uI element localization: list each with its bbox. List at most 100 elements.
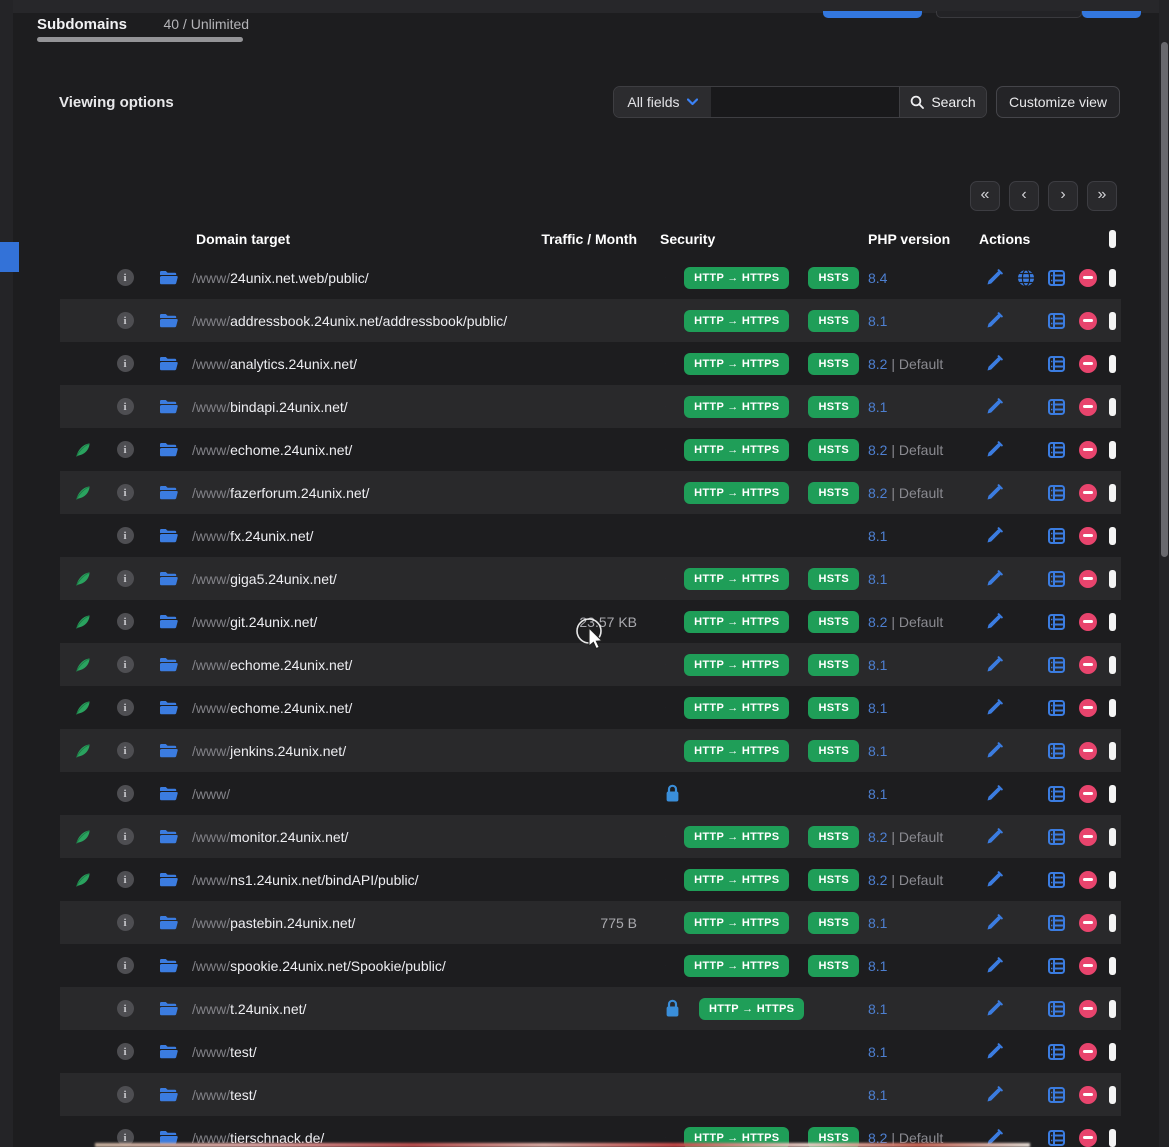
spreadsheet-button[interactable] [1048, 786, 1065, 802]
spreadsheet-button[interactable] [1048, 872, 1065, 888]
remove-button[interactable] [1079, 312, 1097, 330]
remove-button[interactable] [1079, 484, 1097, 502]
edit-button[interactable] [986, 1086, 1003, 1103]
edit-button[interactable] [986, 441, 1003, 458]
table-row[interactable]: i /www/addressbook.24unix.net/addressboo… [60, 299, 1121, 342]
table-row[interactable]: i /www/pastebin.24unix.net/ 775 B HTTP →… [60, 901, 1121, 944]
spreadsheet-button[interactable] [1048, 1001, 1065, 1017]
spreadsheet-button[interactable] [1048, 743, 1065, 759]
edit-button[interactable] [986, 656, 1003, 673]
table-row[interactable]: i /www/echome.24unix.net/ HTTP → HTTPS H… [60, 428, 1121, 471]
remove-button[interactable] [1079, 828, 1097, 846]
remove-button[interactable] [1079, 1000, 1097, 1018]
remove-button[interactable] [1079, 269, 1097, 287]
spreadsheet-button[interactable] [1048, 356, 1065, 372]
remove-button[interactable] [1079, 656, 1097, 674]
table-row[interactable]: i /www/echome.24unix.net/ HTTP → HTTPS H… [60, 686, 1121, 729]
globe-button[interactable] [1017, 269, 1035, 287]
spreadsheet-button[interactable] [1048, 1044, 1065, 1060]
edit-button[interactable] [986, 828, 1003, 845]
remove-button[interactable] [1079, 613, 1097, 631]
spreadsheet-button[interactable] [1048, 528, 1065, 544]
field-filter-dropdown[interactable]: All fields [614, 87, 711, 117]
spreadsheet-button[interactable] [1048, 915, 1065, 931]
edit-button[interactable] [986, 484, 1003, 501]
remove-button[interactable] [1079, 527, 1097, 545]
table-row[interactable]: i /www/24unix.net.web/public/ HTTP → HTT… [60, 256, 1121, 299]
first-page-button[interactable]: « [970, 181, 1000, 211]
remove-button[interactable] [1079, 957, 1097, 975]
edit-button[interactable] [986, 312, 1003, 329]
spreadsheet-button[interactable] [1048, 657, 1065, 673]
top-partial-button-3[interactable] [1082, 11, 1141, 18]
info-icon[interactable]: i [117, 355, 134, 372]
remove-button[interactable] [1079, 570, 1097, 588]
table-row[interactable]: i /www/fx.24unix.net/ 8.1 [60, 514, 1121, 557]
info-icon[interactable]: i [117, 441, 134, 458]
search-button[interactable]: Search [899, 87, 986, 117]
remove-button[interactable] [1079, 398, 1097, 416]
remove-button[interactable] [1079, 441, 1097, 459]
spreadsheet-button[interactable] [1048, 1087, 1065, 1103]
remove-button[interactable] [1079, 871, 1097, 889]
search-input[interactable] [711, 87, 899, 117]
table-row[interactable]: i /www/fazerforum.24unix.net/ HTTP → HTT… [60, 471, 1121, 514]
edit-button[interactable] [986, 1000, 1003, 1017]
edit-button[interactable] [986, 613, 1003, 630]
spreadsheet-button[interactable] [1048, 700, 1065, 716]
next-page-button[interactable]: › [1048, 181, 1078, 211]
edit-button[interactable] [986, 957, 1003, 974]
edit-button[interactable] [986, 398, 1003, 415]
table-row[interactable]: i /www/monitor.24unix.net/ HTTP → HTTPS … [60, 815, 1121, 858]
table-row[interactable]: i /www/jenkins.24unix.net/ HTTP → HTTPS … [60, 729, 1121, 772]
remove-button[interactable] [1079, 742, 1097, 760]
spreadsheet-button[interactable] [1048, 270, 1065, 286]
spreadsheet-button[interactable] [1048, 399, 1065, 415]
sidebar-toggle-tab[interactable] [0, 242, 19, 272]
spreadsheet-button[interactable] [1048, 442, 1065, 458]
table-row[interactable]: i /www/test/ 8.1 [60, 1073, 1121, 1116]
table-row[interactable]: i /www/spookie.24unix.net/Spookie/public… [60, 944, 1121, 987]
info-icon[interactable]: i [117, 312, 134, 329]
prev-page-button[interactable]: ‹ [1009, 181, 1039, 211]
remove-button[interactable] [1079, 1043, 1097, 1061]
remove-button[interactable] [1079, 1086, 1097, 1104]
info-icon[interactable]: i [117, 1086, 134, 1103]
table-row[interactable]: i /www/ns1.24unix.net/bindAPI/public/ HT… [60, 858, 1121, 901]
remove-button[interactable] [1079, 785, 1097, 803]
edit-button[interactable] [986, 269, 1003, 286]
edit-button[interactable] [986, 527, 1003, 544]
edit-button[interactable] [986, 785, 1003, 802]
edit-button[interactable] [986, 570, 1003, 587]
info-icon[interactable]: i [117, 269, 134, 286]
edit-button[interactable] [986, 871, 1003, 888]
edit-button[interactable] [986, 742, 1003, 759]
info-icon[interactable]: i [117, 1000, 134, 1017]
spreadsheet-button[interactable] [1048, 614, 1065, 630]
info-icon[interactable]: i [117, 914, 134, 931]
info-icon[interactable]: i [117, 613, 134, 630]
edit-button[interactable] [986, 699, 1003, 716]
table-row[interactable]: i /www/bindapi.24unix.net/ HTTP → HTTPS … [60, 385, 1121, 428]
customize-view-button[interactable]: Customize view [996, 86, 1120, 118]
info-icon[interactable]: i [117, 785, 134, 802]
remove-button[interactable] [1079, 914, 1097, 932]
spreadsheet-button[interactable] [1048, 1130, 1065, 1146]
info-icon[interactable]: i [117, 957, 134, 974]
spreadsheet-button[interactable] [1048, 485, 1065, 501]
info-icon[interactable]: i [117, 699, 134, 716]
table-row[interactable]: i /www/analytics.24unix.net/ HTTP → HTTP… [60, 342, 1121, 385]
table-row[interactable]: i /www/ 8.1 [60, 772, 1121, 815]
spreadsheet-button[interactable] [1048, 571, 1065, 587]
remove-button[interactable] [1079, 699, 1097, 717]
table-row[interactable]: i /www/t.24unix.net/ HTTP → HTTPS 8.1 [60, 987, 1121, 1030]
remove-button[interactable] [1079, 1129, 1097, 1147]
edit-button[interactable] [986, 1043, 1003, 1060]
info-icon[interactable]: i [117, 742, 134, 759]
spreadsheet-button[interactable] [1048, 313, 1065, 329]
info-icon[interactable]: i [117, 484, 134, 501]
top-partial-button-1[interactable] [823, 11, 922, 18]
table-row[interactable]: i /www/git.24unix.net/ 23.57 KB HTTP → H… [60, 600, 1121, 643]
info-icon[interactable]: i [117, 1043, 134, 1060]
table-row[interactable]: i /www/test/ 8.1 [60, 1030, 1121, 1073]
